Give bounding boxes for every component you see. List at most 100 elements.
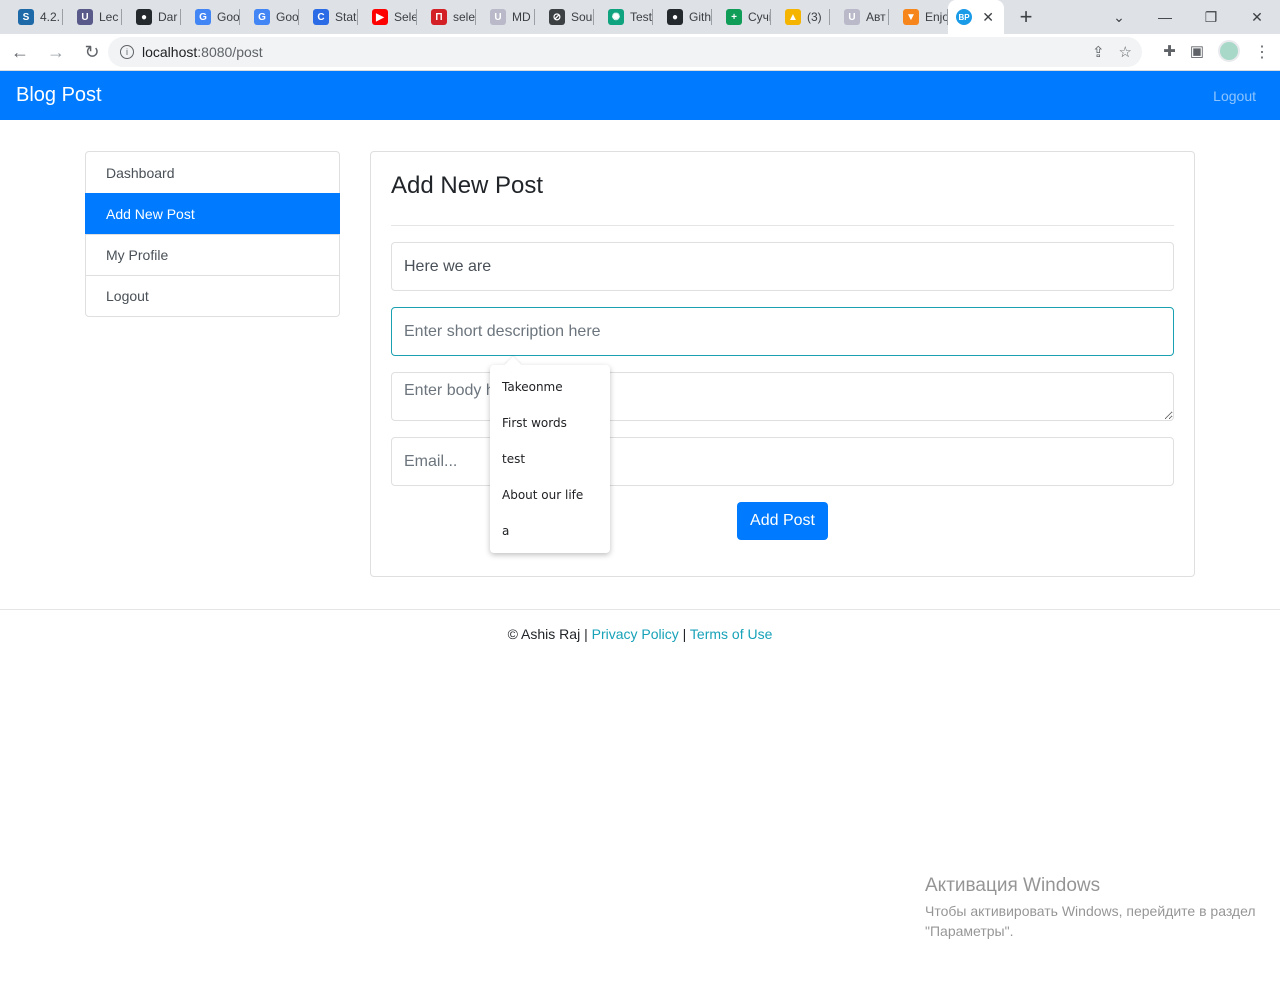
terms-of-use-link[interactable]: Terms of Use [690, 626, 772, 642]
github-icon: ● [667, 9, 683, 25]
tab-title: Lec [99, 10, 119, 24]
forward-icon[interactable]: → [40, 36, 72, 68]
udemy-icon: U [844, 9, 860, 25]
bookmark-star-icon[interactable]: ☆ [1119, 43, 1132, 61]
tab-title: Sele [394, 10, 417, 24]
browser-tab[interactable]: ▶ Sele [358, 0, 417, 34]
tab-title: Goo [217, 10, 240, 24]
browser-tab[interactable]: + Сучі [712, 0, 771, 34]
autocomplete-option[interactable]: First words [490, 405, 610, 441]
share-icon[interactable]: ⇪ [1092, 43, 1105, 61]
browser-tab[interactable]: ▼ Enjo [889, 0, 948, 34]
close-window-icon[interactable]: ✕ [1234, 9, 1280, 26]
fox-icon: ▼ [903, 9, 919, 25]
sidebar-item-my-profile[interactable]: My Profile [86, 234, 339, 275]
tab-title: (3) [807, 10, 822, 24]
browser-tab[interactable]: ✺ Test [594, 0, 653, 34]
udemy-icon: U [490, 9, 506, 25]
browser-menu-icon[interactable]: ⋮ [1254, 42, 1270, 62]
autocomplete-dropdown: Takeonme First words test About our life… [490, 365, 610, 553]
watermark-title: Активация Windows [925, 875, 1101, 896]
extensions-puzzle-icon[interactable]: ✚ [1163, 42, 1176, 60]
restore-icon[interactable]: ❐ [1188, 9, 1234, 26]
description-input[interactable] [391, 307, 1174, 356]
browser-tab[interactable]: G Goo [181, 0, 240, 34]
address-bar[interactable]: i localhost:8080/post ⇪ ☆ [108, 37, 1142, 67]
browser-tab[interactable]: ● Gith [653, 0, 712, 34]
autocomplete-option[interactable]: About our life [490, 477, 610, 513]
back-icon[interactable]: ← [4, 36, 36, 68]
tab-title: 4.2. [40, 10, 61, 24]
tab-title: Sou [571, 10, 593, 24]
browser-tab[interactable]: ▲ (3) [771, 0, 830, 34]
autocomplete-option[interactable]: Takeonme [490, 369, 610, 405]
tab-title: Gith [689, 10, 712, 24]
stepik-icon: S [18, 9, 34, 25]
tab-title: Dar [158, 10, 178, 24]
title-input[interactable] [391, 242, 1174, 291]
github-icon: ● [136, 9, 152, 25]
browser-tab[interactable]: ● Dar [122, 0, 181, 34]
sidebar-menu: Dashboard Add New Post My Profile Logout [85, 151, 340, 317]
reload-icon[interactable]: ↻ [76, 36, 108, 68]
tab-search-icon[interactable]: ⌄ [1096, 9, 1142, 26]
footer-divider [0, 609, 1280, 610]
autocomplete-option[interactable]: a [490, 513, 610, 549]
page-title: Add New Post [391, 172, 544, 199]
site-navbar: Blog Post Logout [0, 71, 1280, 120]
profile-avatar[interactable] [1218, 40, 1240, 62]
minimize-icon[interactable]: — [1142, 9, 1188, 25]
tab-list: S 4.2. U Lec ● Dar G Goo G Goo C Stat ▶ Sele Пsele U MD ⊘… [0, 0, 948, 34]
youtube-icon: ▶ [372, 9, 388, 25]
footer-separator: | [584, 626, 588, 642]
footer-separator: | [682, 626, 687, 642]
window-controls: ⌄ — ❐ ✕ [1096, 0, 1280, 34]
browser-tab[interactable]: U Авт [830, 0, 889, 34]
sidebar-item-logout[interactable]: Logout [86, 275, 339, 316]
add-post-button[interactable]: Add Post [737, 502, 828, 540]
navbar-logout-link[interactable]: Logout [1213, 88, 1256, 104]
brand-title[interactable]: Blog Post [16, 84, 102, 107]
n-icon: П [431, 9, 447, 25]
omnibox-actions: ⇪ ☆ [1092, 43, 1132, 61]
url-path: :8080/post [197, 44, 263, 60]
tab-title: Stat [335, 10, 357, 24]
browser-tab[interactable]: S 4.2. [4, 0, 63, 34]
c-icon: C [313, 9, 329, 25]
url-host: localhost [142, 44, 198, 60]
plus-square-icon: + [726, 9, 742, 25]
sidebar-item-add-new-post[interactable]: Add New Post [85, 193, 340, 234]
sidebar-item-dashboard[interactable]: Dashboard [86, 152, 339, 193]
browser-tab[interactable]: Пsele [417, 0, 476, 34]
tab-active[interactable]: BP ✕ [948, 0, 1004, 34]
browser-tab[interactable]: ⊘ Sou [535, 0, 594, 34]
browser-tab[interactable]: U Lec [63, 0, 122, 34]
extension-area: ✚ ▣ [1163, 40, 1240, 62]
tab-title: Сучі [748, 10, 771, 24]
footer-copyright: © Ashis Raj [507, 626, 581, 642]
browser-toolbar: ← → ↻ i localhost:8080/post ⇪ ☆ ✚ ▣ ⋮ [0, 34, 1280, 71]
autocomplete-option[interactable]: test [490, 441, 610, 477]
tab-title: MD [512, 10, 531, 24]
privacy-policy-link[interactable]: Privacy Policy [592, 626, 679, 642]
tab-title: Enjo [925, 10, 948, 24]
tab-title: Test [630, 10, 653, 24]
browser-tab[interactable]: G Goo [240, 0, 299, 34]
browser-tab-strip: S 4.2. U Lec ● Dar G Goo G Goo C Stat ▶ Sele Пsele U MD ⊘… [0, 0, 1280, 34]
google-translate-icon: G [254, 9, 270, 25]
page-footer: © Ashis Raj | Privacy Policy | Terms of … [0, 626, 1280, 642]
tab-title: Goo [276, 10, 299, 24]
compass-icon: ⊘ [549, 9, 565, 25]
close-tab-icon[interactable]: ✕ [982, 9, 994, 26]
new-tab-button[interactable]: + [1004, 0, 1048, 34]
site-info-icon[interactable]: i [120, 45, 134, 59]
edu-icon: U [77, 9, 93, 25]
blog-post-favicon: BP [956, 9, 972, 25]
browser-tab[interactable]: U MD [476, 0, 535, 34]
browser-tab[interactable]: C Stat [299, 0, 358, 34]
tab-title: sele [453, 10, 476, 24]
bell-icon: ▲ [785, 9, 801, 25]
tab-title: Авт [866, 10, 886, 24]
side-panel-icon[interactable]: ▣ [1190, 42, 1204, 60]
chatgpt-icon: ✺ [608, 9, 624, 25]
